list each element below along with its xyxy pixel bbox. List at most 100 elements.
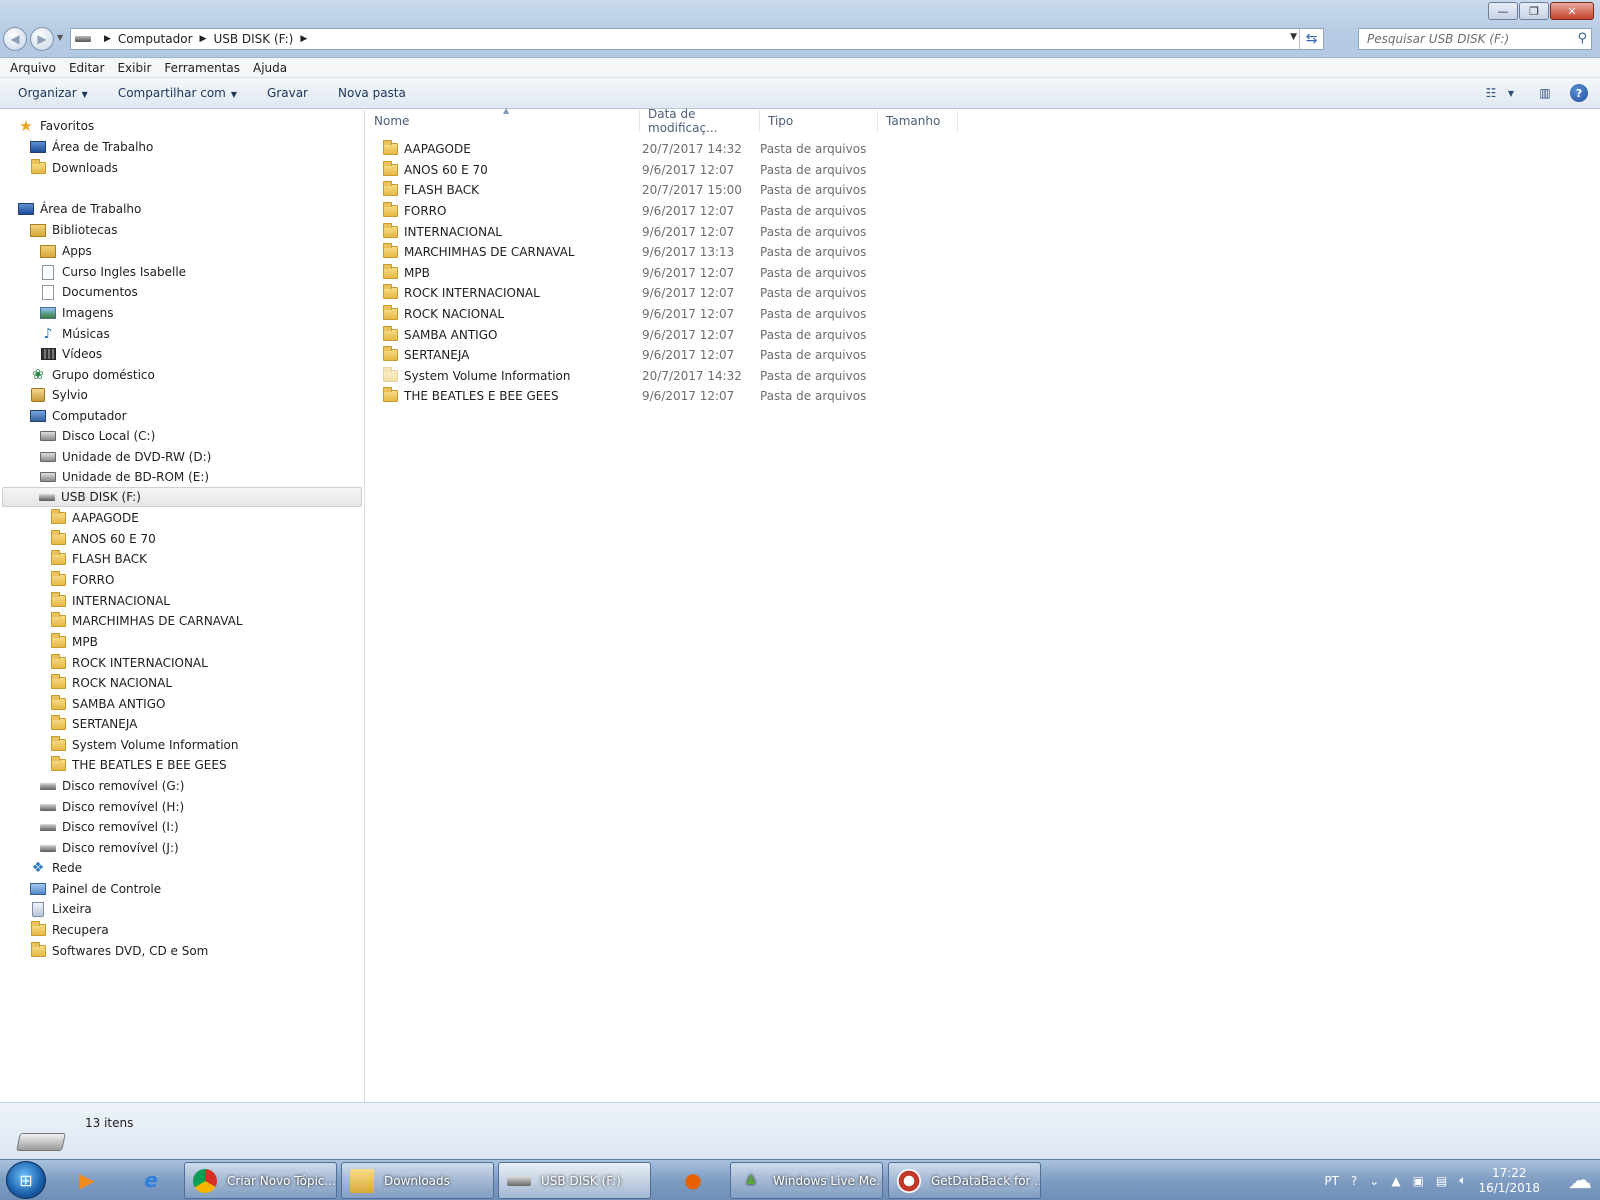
tree-item-bd[interactable]: Unidade de BD-ROM (E:)	[40, 467, 209, 487]
recent-pages-dropdown-icon[interactable]: ▼	[57, 33, 63, 42]
change-view-icon[interactable]: ☷	[1482, 84, 1500, 102]
tree-item-curso[interactable]: Curso Ingles Isabelle	[40, 262, 186, 282]
network-status-icon[interactable]: ▤	[1436, 1174, 1447, 1188]
tree-item-removable-j[interactable]: Disco removível (J:)	[40, 838, 179, 858]
tree-item-documents[interactable]: Documentos	[40, 282, 138, 302]
tree-item-usb-child[interactable]: System Volume Information	[50, 735, 238, 755]
tree-item-usb-child[interactable]: ROCK NACIONAL	[50, 673, 172, 693]
task-chrome[interactable]: Criar Novo Tópic...	[184, 1162, 337, 1199]
library-icon	[42, 264, 54, 280]
search-input[interactable]: Pesquisar USB DISK (F:) ⚲	[1358, 28, 1592, 50]
tree-item-removable-g[interactable]: Disco removível (G:)	[40, 776, 184, 796]
tree-item-usb-child[interactable]: ROCK INTERNACIONAL	[50, 653, 208, 673]
tree-item-usb[interactable]: USB DISK (F:)	[2, 487, 362, 507]
tree-item-images[interactable]: Imagens	[40, 303, 113, 323]
close-button[interactable]: ✕	[1550, 2, 1594, 20]
device-icon[interactable]: ▣	[1413, 1174, 1424, 1188]
tree-item-removable-h[interactable]: Disco removível (H:)	[40, 797, 184, 817]
refresh-button[interactable]: ⇆	[1299, 29, 1323, 49]
start-button[interactable]: ⊞	[6, 1161, 46, 1199]
media-player-button[interactable]: ▶	[60, 1162, 114, 1198]
tree-item-computer[interactable]: Computador	[30, 406, 127, 426]
menu-ferramentas[interactable]: Ferramentas	[164, 61, 240, 75]
file-list: ▲ Nome Data de modificaç... Tipo Tamanho…	[366, 106, 1600, 1102]
tree-item-network[interactable]: ❖ Rede	[30, 858, 82, 878]
tree-item-local-disk[interactable]: Disco Local (C:)	[40, 426, 155, 446]
restore-button[interactable]: ❐	[1519, 2, 1549, 20]
column-header-name[interactable]: Nome	[366, 110, 640, 132]
tree-item-usb-child[interactable]: THE BEATLES E BEE GEES	[50, 755, 227, 775]
task-usb-disk[interactable]: USB DISK (F:)	[498, 1162, 651, 1199]
tree-label: Área de Trabalho	[52, 140, 154, 154]
chevron-right-icon[interactable]: ▶	[104, 34, 111, 44]
help-icon[interactable]: ?	[1570, 84, 1588, 102]
tree-item-usb-child[interactable]: FORRO	[50, 570, 114, 590]
column-header-date[interactable]: Data de modificaç...	[640, 107, 760, 135]
tree-item-usb-child[interactable]: MARCHIMHAS DE CARNAVAL	[50, 611, 243, 631]
tree-item-libraries[interactable]: Bibliotecas	[30, 220, 117, 240]
language-indicator[interactable]: PT	[1324, 1174, 1339, 1188]
back-button[interactable]: ◀	[3, 27, 27, 51]
clock[interactable]: 17:22 16/1/2018	[1478, 1166, 1540, 1196]
item-count: 13 itens	[85, 1116, 134, 1130]
tree-item-usb-child[interactable]: SAMBA ANTIGO	[50, 694, 165, 714]
minimize-button[interactable]: —	[1488, 2, 1518, 20]
tree-item-user[interactable]: Sylvio	[30, 385, 88, 405]
firefox-button[interactable]: ●	[666, 1162, 720, 1198]
tree-item-usb-child[interactable]: FLASH BACK	[50, 549, 147, 569]
folder-icon	[382, 243, 398, 258]
tree-item-usb-child[interactable]: MPB	[50, 632, 98, 652]
weather-cloud-icon[interactable]: ☁	[1568, 1166, 1592, 1194]
tree-item-dvd[interactable]: Unidade de DVD-RW (D:)	[40, 447, 211, 467]
tree-item-fav-downloads[interactable]: Downloads	[30, 158, 118, 178]
organize-button[interactable]: Organizar ▼	[18, 86, 88, 100]
menu-editar[interactable]: Editar	[69, 61, 105, 75]
tree-item-softwares[interactable]: Softwares DVD, CD e Som	[30, 941, 208, 961]
help-icon[interactable]: ?	[1351, 1174, 1357, 1188]
tree-item-homegroup[interactable]: ❀ Grupo doméstico	[30, 365, 155, 385]
address-bar[interactable]: ▶ Computador ▶ USB DISK (F:) ▶ ▼ ⇆	[70, 28, 1324, 50]
task-getdataback[interactable]: GetDataBack for ...	[888, 1162, 1041, 1199]
usb-drive-icon	[39, 493, 55, 501]
breadcrumb-computer[interactable]: Computador	[118, 32, 193, 46]
tree-item-usb-child[interactable]: AAPAGODE	[50, 508, 139, 528]
tree-item-removable-i[interactable]: Disco removível (I:)	[40, 817, 179, 837]
tree-item-usb-child[interactable]: ANOS 60 E 70	[50, 529, 156, 549]
tree-item-recycle-bin[interactable]: Lixeira	[30, 899, 92, 919]
chevron-right-icon[interactable]: ▶	[300, 34, 307, 44]
volume-icon[interactable]: 🔈︎	[1459, 1173, 1466, 1188]
search-icon[interactable]: ⚲	[1577, 31, 1587, 46]
new-folder-button[interactable]: Nova pasta	[338, 86, 406, 100]
tree-item-fav-desktop[interactable]: Área de Trabalho	[30, 137, 153, 157]
chevron-down-icon[interactable]: ⌄	[1369, 1174, 1379, 1188]
task-downloads[interactable]: Downloads	[341, 1162, 494, 1199]
task-windows-live[interactable]: ♟ Windows Live Me...	[730, 1162, 883, 1199]
share-button[interactable]: Compartilhar com ▼	[118, 86, 237, 100]
chevron-right-icon[interactable]: ▶	[200, 34, 207, 44]
tree-item-music[interactable]: ♪ Músicas	[40, 324, 110, 344]
menu-arquivo[interactable]: Arquivo	[10, 61, 56, 75]
show-hidden-icons-icon[interactable]: ▲	[1391, 1174, 1400, 1188]
burn-button[interactable]: Gravar	[267, 86, 308, 100]
tree-item-apps[interactable]: Apps	[40, 241, 92, 261]
breadcrumb-usb-disk[interactable]: USB DISK (F:)	[213, 32, 293, 46]
tree-item-favorites[interactable]: ★ Favoritos	[18, 116, 94, 136]
folder-icon	[382, 387, 398, 402]
forward-button[interactable]: ▶	[30, 27, 54, 51]
tree-item-desktop[interactable]: Área de Trabalho	[18, 199, 141, 219]
tree-item-usb-child[interactable]: SERTANEJA	[50, 714, 137, 734]
lifebuoy-icon	[897, 1168, 921, 1193]
view-options-dropdown-icon[interactable]: ▼	[1502, 84, 1520, 102]
homegroup-icon: ❀	[32, 367, 44, 383]
menu-ajuda[interactable]: Ajuda	[253, 61, 287, 75]
tree-item-control-panel[interactable]: Painel de Controle	[30, 879, 161, 899]
column-header-size[interactable]: Tamanho	[878, 110, 958, 132]
tree-item-recupera[interactable]: Recupera	[30, 920, 109, 940]
ie-button[interactable]: e	[124, 1162, 178, 1198]
address-dropdown-icon[interactable]: ▼	[1290, 32, 1297, 42]
preview-pane-icon[interactable]: ▥	[1536, 84, 1554, 102]
menu-exibir[interactable]: Exibir	[117, 61, 151, 75]
column-header-type[interactable]: Tipo	[760, 110, 878, 132]
tree-item-usb-child[interactable]: INTERNACIONAL	[50, 591, 170, 611]
tree-item-videos[interactable]: Vídeos	[40, 344, 102, 364]
